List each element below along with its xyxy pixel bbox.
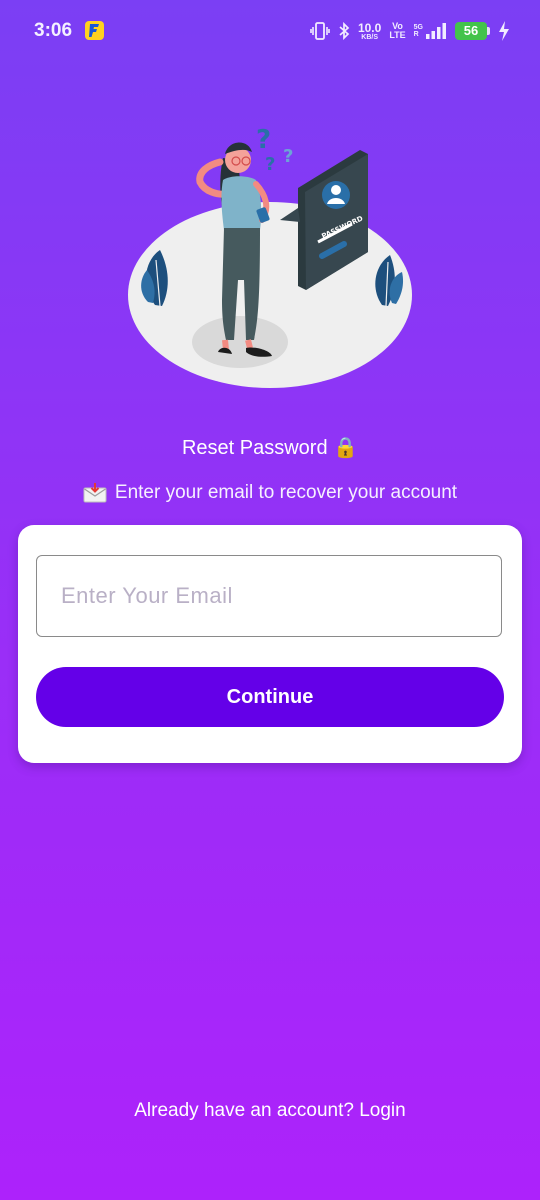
login-link[interactable]: Already have an account? Login <box>0 1100 540 1122</box>
vibrate-icon <box>310 22 330 40</box>
status-bar: 3:06 10.0 KB/S Vo LTE 5G R 56 <box>0 0 540 62</box>
status-time: 3:06 <box>34 20 73 41</box>
email-input[interactable] <box>37 556 501 636</box>
envelope-icon <box>83 483 107 503</box>
svg-text:?: ? <box>265 154 275 175</box>
page-subtitle: Enter your email to recover your account <box>0 482 540 504</box>
network-indicator: 5G R <box>414 22 447 40</box>
svg-text:?: ? <box>256 125 271 155</box>
forgot-password-illustration: PASSWORD ? ? ? <box>128 125 412 388</box>
volte-indicator: Vo LTE <box>389 21 406 40</box>
network-speed: 10.0 KB/S <box>357 20 382 41</box>
page-title: Reset Password 🔒 <box>181 437 359 459</box>
flipkart-icon <box>85 21 104 40</box>
subtitle-text: Enter your email to recover your account <box>114 482 458 503</box>
signal-icon <box>426 23 446 39</box>
status-icons: 10.0 KB/S Vo LTE 5G R 56 <box>310 18 510 44</box>
question-marks-icon: ? ? ? <box>256 125 293 175</box>
bluetooth-icon <box>339 22 350 40</box>
battery-indicator: 56 <box>455 22 490 40</box>
reset-form-card: Continue <box>18 525 522 763</box>
svg-text:?: ? <box>283 146 293 167</box>
email-field[interactable] <box>36 555 502 637</box>
charging-icon <box>499 21 509 41</box>
continue-button[interactable]: Continue <box>36 667 504 727</box>
